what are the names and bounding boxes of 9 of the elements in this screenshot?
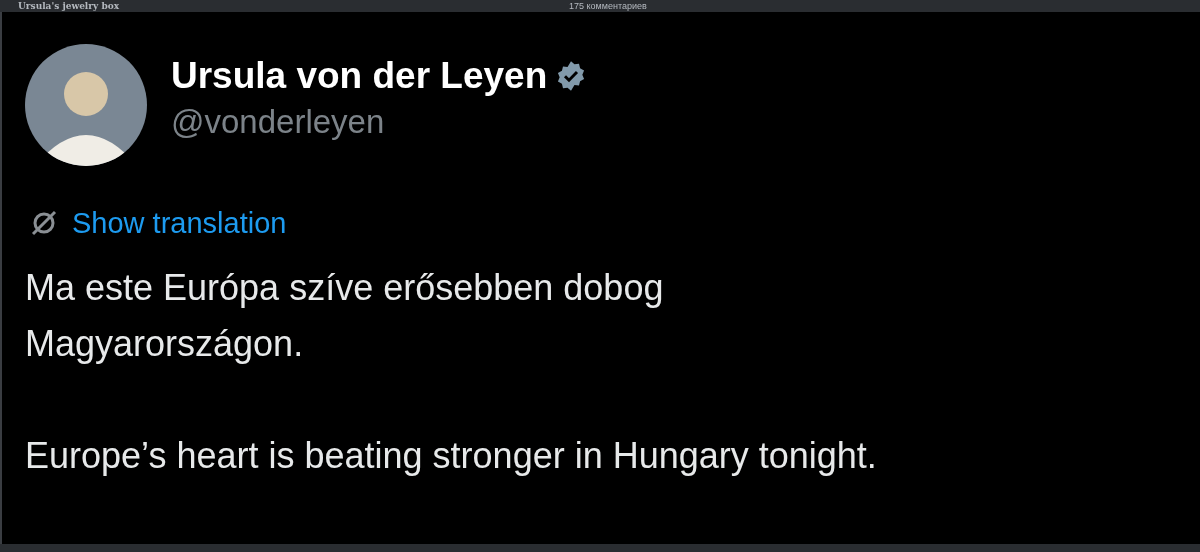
show-translation-link[interactable]: Show translation xyxy=(72,206,287,240)
page-title: Ursula's jewelry box xyxy=(18,1,120,11)
comment-count[interactable]: 175 комментариев xyxy=(569,1,647,11)
tweet-paragraph: Europe’s heart is beating stronger in Hungary tonight. xyxy=(25,434,878,478)
translate-icon xyxy=(30,209,58,237)
author-handle[interactable]: @vonderleyen xyxy=(171,100,588,144)
tweet-paragraph: Ma este Európa szíve erősebben dobog Magyarországon. xyxy=(25,266,665,366)
author-name[interactable]: Ursula von der Leyen xyxy=(171,54,548,98)
avatar[interactable] xyxy=(25,44,147,166)
